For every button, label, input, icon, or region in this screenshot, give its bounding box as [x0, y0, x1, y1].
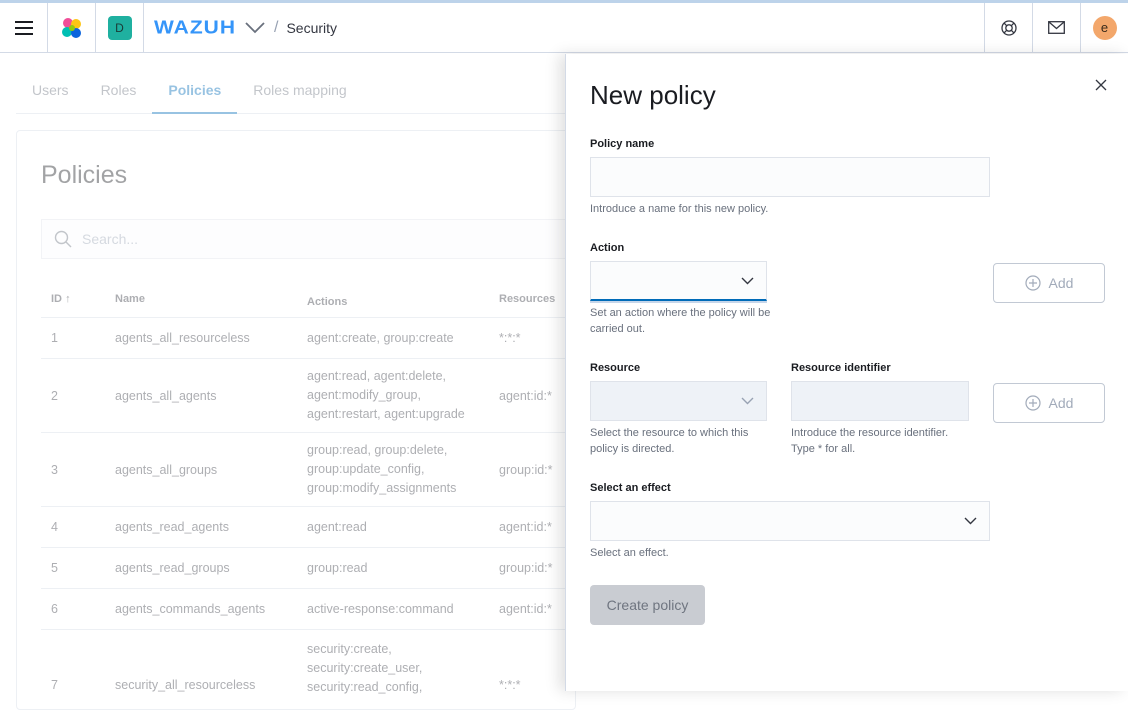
search-placeholder: Search... — [82, 231, 139, 247]
hamburger-menu-icon — [14, 20, 33, 35]
chevron-down-icon — [741, 277, 754, 284]
tab-policies[interactable]: Policies — [152, 72, 238, 114]
policy-name-input[interactable] — [590, 157, 990, 197]
column-header-actions[interactable]: Actions — [307, 293, 499, 312]
add-action-button[interactable]: Add — [993, 263, 1105, 303]
table-row[interactable]: 4 agents_read_agents agent:read agent:id… — [41, 506, 581, 547]
resource-identifier-label: Resource identifier — [791, 362, 891, 374]
sort-arrow-up-icon: ↑ — [65, 293, 71, 305]
table-header: ID ↑ Name Actions Resources — [41, 293, 581, 312]
plus-circle-icon — [1024, 395, 1041, 411]
top-header: D WAZUH / Security e — [0, 2, 1128, 53]
add-resource-button[interactable]: Add — [993, 383, 1105, 423]
flyout-title: New policy — [590, 80, 716, 110]
resource-select[interactable] — [590, 381, 767, 421]
policy-name-help: Introduce a name for this new policy. — [590, 203, 769, 215]
table-row[interactable]: 6 agents_commands_agents active-response… — [41, 588, 581, 629]
tab-roles[interactable]: Roles — [85, 72, 153, 114]
action-help: Set an action where the policy will be c… — [590, 307, 771, 335]
chevron-down-icon — [964, 517, 977, 525]
breadcrumb-current: Security — [286, 19, 338, 36]
table-row[interactable]: 2 agents_all_agents agent:read, agent:de… — [41, 358, 581, 432]
action-select[interactable] — [590, 261, 767, 301]
home-logo[interactable] — [48, 2, 96, 53]
table-row[interactable]: 3 agents_all_groups group:read, group:de… — [41, 432, 581, 506]
add-action-label: Add — [1048, 275, 1074, 291]
resource-help: Select the resource to which this policy… — [590, 427, 749, 455]
search-icon — [54, 230, 72, 248]
resource-label: Resource — [590, 362, 641, 374]
table-row[interactable]: 5 agents_read_groups group:read group:id… — [41, 547, 581, 588]
effect-select[interactable] — [590, 501, 990, 541]
breadcrumb-separator: / — [274, 18, 279, 36]
column-header-id[interactable]: ID ↑ — [41, 293, 115, 312]
brand-breadcrumbs: WAZUH / Security — [144, 3, 984, 53]
mail-icon — [1048, 21, 1065, 34]
close-flyout-button[interactable] — [1090, 74, 1112, 96]
table-row[interactable]: 7 security_all_resourceless security:cre… — [41, 629, 581, 711]
action-label: Action — [590, 242, 625, 254]
effect-help: Select an effect. — [590, 547, 669, 559]
close-icon — [1095, 79, 1107, 91]
resource-identifier-input[interactable] — [791, 381, 969, 421]
space-badge: D — [107, 15, 132, 40]
policy-name-label: Policy name — [590, 138, 655, 150]
tab-users[interactable]: Users — [16, 72, 85, 114]
help-button[interactable] — [984, 2, 1032, 53]
resource-identifier-help: Introduce the resource identifier. Type … — [791, 427, 949, 455]
policies-search-input[interactable]: Search... — [41, 219, 581, 259]
newsfeed-button[interactable] — [1032, 2, 1080, 53]
user-menu-button[interactable]: e — [1080, 2, 1128, 53]
space-selector[interactable]: D — [96, 2, 144, 53]
plus-circle-icon — [1024, 275, 1041, 291]
policies-panel: Policies Search... ID ↑ Name Actions Res… — [16, 130, 581, 710]
menu-button[interactable] — [0, 2, 48, 53]
policies-title: Policies — [41, 161, 128, 189]
user-avatar: e — [1092, 15, 1117, 40]
create-policy-button[interactable]: Create policy — [590, 585, 705, 625]
table-row[interactable]: 1 agents_all_resourceless agent:create, … — [41, 317, 581, 358]
wazuh-logo-text[interactable]: WAZUH — [154, 17, 236, 39]
chevron-down-icon[interactable] — [244, 21, 266, 35]
help-lifebuoy-icon — [1000, 19, 1017, 36]
column-header-name[interactable]: Name — [115, 293, 307, 312]
add-resource-label: Add — [1048, 395, 1074, 411]
tab-roles-mapping[interactable]: Roles mapping — [237, 72, 362, 114]
new-policy-flyout: New policy Policy name Introduce a name … — [565, 54, 1128, 691]
security-tabs: Users Roles Policies Roles mapping — [16, 72, 576, 114]
chevron-down-icon — [741, 397, 754, 405]
effect-label: Select an effect — [590, 482, 671, 494]
app-logo-icon — [61, 17, 81, 38]
